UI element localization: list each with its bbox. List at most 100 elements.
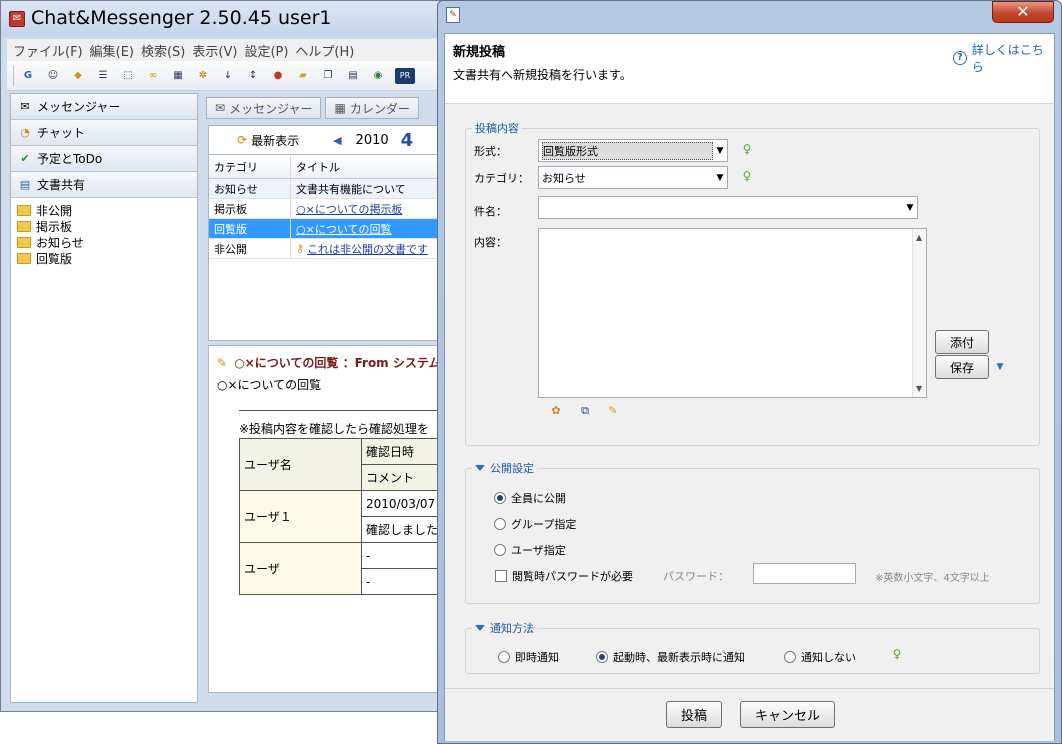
cell-title-link[interactable]: ⚷ これは非公開の文書です (291, 239, 450, 258)
pane-splitter[interactable] (200, 93, 204, 703)
scroll-up-icon[interactable]: ▲ (916, 233, 922, 242)
scroll-down-icon[interactable]: ▼ (916, 384, 922, 393)
settings-icon[interactable]: ✲ (195, 68, 211, 84)
tree-item-notice[interactable]: お知らせ (11, 234, 197, 250)
tree-item-circular[interactable]: 回覧版 (11, 250, 197, 266)
tree-item-private[interactable]: 非公開 (11, 202, 197, 218)
radio-label: ユーザ指定 (511, 544, 566, 557)
toolbar-separator (13, 65, 14, 86)
sort-az-icon[interactable]: ↓ (220, 68, 236, 84)
folder-icon[interactable]: ▰ (295, 68, 311, 84)
radio-notify-immediate[interactable]: 即時通知 (498, 649, 559, 665)
checklist-icon: ✔ (20, 151, 30, 165)
radio-button[interactable] (494, 518, 506, 530)
save-button[interactable]: 保存 (935, 355, 989, 379)
dialog-titlebar[interactable]: ✎ ✕ (438, 1, 1061, 31)
select-icon[interactable]: ⬚ (120, 68, 136, 84)
format-select[interactable]: 回覧版形式 ▼ (538, 139, 728, 162)
palette-icon[interactable]: ✿ (548, 403, 564, 419)
link-icon[interactable]: ∞ (145, 68, 161, 84)
main-window-title: Chat&Messenger 2.50.45 user1 (31, 7, 332, 29)
help-link[interactable]: ? 詳しくはこちら (953, 41, 1054, 75)
column-header-title[interactable]: タイトル (291, 155, 450, 178)
nav-chat[interactable]: ◔ チャット (11, 120, 197, 146)
menubar: ファイル(F) 編集(E) 検索(S) 表示(V) 設定(P) ヘルプ(H) (7, 39, 451, 61)
radio-button[interactable] (494, 544, 506, 556)
refresh-icon[interactable]: ⟳ (237, 133, 247, 147)
year-label: 2010 (355, 132, 389, 148)
tab-messenger[interactable]: ✉ メッセンジャー (206, 97, 322, 119)
collapse-icon (475, 625, 485, 631)
sort-icon[interactable]: ↕ (245, 68, 261, 84)
windows-icon[interactable]: ❐ (320, 68, 336, 84)
tree-item-board[interactable]: 掲示板 (11, 218, 197, 234)
attach-button[interactable]: 添付 (935, 330, 989, 354)
checkbox[interactable] (495, 570, 507, 582)
menu-file[interactable]: ファイル(F) (13, 41, 83, 60)
content-textarea[interactable]: ▲ ▼ (538, 228, 927, 398)
cancel-button[interactable]: キャンセル (740, 701, 835, 728)
nav-messenger[interactable]: ✉ メッセンジャー (11, 94, 197, 120)
link-icon[interactable]: ⧉ (577, 403, 593, 419)
tab-calendar[interactable]: ▦ カレンダー (325, 97, 419, 119)
cell-title-link[interactable]: ○×についての掲示板 (291, 199, 450, 218)
menu-search[interactable]: 検索(S) (141, 41, 185, 60)
title-link[interactable]: ○×についての回覧 (296, 221, 392, 237)
menu-view[interactable]: 表示(V) (192, 41, 237, 60)
export-icon[interactable]: ▤ (345, 68, 361, 84)
refresh-button[interactable]: 最新表示 (251, 132, 299, 149)
tag-icon[interactable]: ◆ (70, 68, 86, 84)
main-window: ✉ Chat&Messenger 2.50.45 user1 ファイル(F) 編… (0, 0, 452, 712)
user-delete-icon[interactable]: ● (270, 68, 286, 84)
radio-public-all[interactable]: 全員に公開 (494, 490, 566, 506)
title-link[interactable]: ○×についての掲示板 (296, 201, 402, 217)
post-button[interactable]: 投稿 (666, 701, 722, 728)
tree-item-label: お知らせ (36, 235, 84, 250)
table-row[interactable]: お知らせ 文書共有機能について (209, 179, 450, 199)
password-input[interactable] (753, 563, 856, 584)
chevron-down-icon[interactable]: ▼ (992, 359, 1008, 375)
radio-button[interactable] (498, 651, 510, 663)
menu-settings[interactable]: 設定(P) (244, 41, 288, 60)
nav-document-share[interactable]: ▤ 文書共有 (11, 172, 197, 198)
chevron-down-icon: ▼ (716, 172, 724, 183)
header-user: ユーザ名 (239, 438, 362, 491)
content-scrollbar[interactable]: ▲ ▼ (912, 229, 926, 397)
title-link[interactable]: これは非公開の文書です (307, 241, 428, 257)
password-required-checkbox[interactable]: 閲覧時パスワードが必要 (495, 568, 633, 584)
pencil-icon[interactable]: ✎ (605, 403, 621, 419)
lightbulb-icon[interactable]: ♀ (892, 647, 902, 661)
calendar-icon[interactable]: ▦ (170, 68, 186, 84)
subject-combobox[interactable]: ▼ (538, 196, 918, 219)
global-icon[interactable]: G (20, 68, 36, 84)
radio-public-group[interactable]: グループ指定 (494, 516, 576, 532)
category-select[interactable]: お知らせ ▼ (538, 166, 728, 189)
collapse-icon (475, 465, 485, 471)
radio-button[interactable] (494, 492, 506, 504)
radio-button[interactable] (596, 651, 608, 663)
public-settings-title[interactable]: 公開設定 (472, 460, 537, 476)
table-row-selected[interactable]: 回覧版 ○×についての回覧 (209, 219, 450, 239)
close-button[interactable]: ✕ (992, 1, 1054, 23)
nav-schedule[interactable]: ✔ 予定とToDo (11, 146, 197, 172)
list-icon[interactable]: ☰ (95, 68, 111, 84)
network-icon[interactable]: ◉ (370, 68, 386, 84)
users-icon[interactable]: ☺ (45, 68, 61, 84)
radio-public-user[interactable]: ユーザ指定 (494, 542, 566, 558)
pro-badge-icon[interactable]: PR (395, 67, 415, 84)
menu-edit[interactable]: 編集(E) (90, 41, 134, 60)
radio-label: 全員に公開 (511, 492, 566, 505)
lightbulb-icon[interactable]: ♀ (742, 169, 752, 183)
column-header-category[interactable]: カテゴリ (209, 155, 291, 178)
menu-help[interactable]: ヘルプ(H) (295, 41, 354, 60)
table-row[interactable]: 非公開 ⚷ これは非公開の文書です (209, 239, 450, 259)
radio-notify-on-startup[interactable]: 起動時、最新表示時に通知 (596, 649, 745, 665)
radio-button[interactable] (784, 651, 796, 663)
prev-month-icon[interactable]: ◀ (333, 134, 341, 147)
preview-title: ✎ ○×についての回覧 ：From システム (217, 354, 441, 371)
notification-title[interactable]: 通知方法 (472, 620, 537, 636)
radio-notify-none[interactable]: 通知しない (784, 649, 856, 665)
cell-title-link[interactable]: ○×についての回覧 (291, 219, 450, 238)
lightbulb-icon[interactable]: ♀ (742, 142, 752, 156)
table-row[interactable]: 掲示板 ○×についての掲示板 (209, 199, 450, 219)
